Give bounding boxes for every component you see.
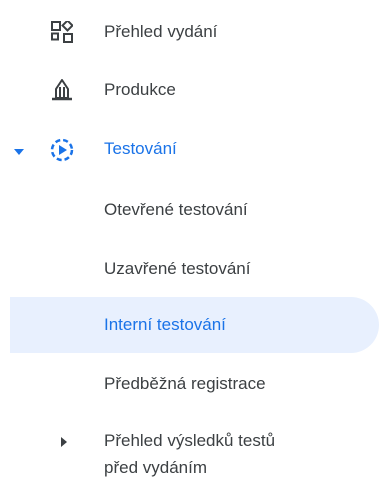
nav-item-testing[interactable]: Testování	[0, 121, 379, 177]
nav-item-label: Předběžná registrace	[104, 374, 266, 393]
nav-item-label-line2: před vydáním	[104, 458, 207, 477]
nav-item-label: Otevřené testování	[104, 200, 248, 219]
testing-icon	[49, 137, 75, 168]
production-icon	[51, 78, 73, 107]
caret-down-icon[interactable]	[13, 144, 25, 162]
release-navigation: Přehled vydání Produkce Testování Otevře…	[0, 0, 379, 482]
nav-item-pre-registration[interactable]: Předběžná registrace	[0, 356, 379, 412]
nav-item-pre-launch-report[interactable]: Přehled výsledků testů před vydáním	[0, 420, 379, 482]
nav-item-label: Interní testování	[104, 315, 226, 334]
nav-item-label: Přehled vydání	[104, 22, 218, 41]
nav-item-label: Uzavřené testování	[104, 259, 251, 278]
dashboard-icon	[51, 19, 74, 48]
nav-item-release-overview[interactable]: Přehled vydání	[0, 4, 379, 60]
caret-right-icon[interactable]	[60, 435, 68, 453]
nav-item-label: Testování	[104, 139, 177, 158]
nav-item-open-testing[interactable]: Otevřené testování	[0, 182, 379, 238]
nav-item-internal-testing[interactable]: Interní testování	[0, 297, 379, 353]
nav-item-production[interactable]: Produkce	[0, 62, 379, 118]
nav-item-closed-testing[interactable]: Uzavřené testování	[0, 241, 379, 297]
nav-item-label-line1: Přehled výsledků testů	[104, 431, 276, 450]
nav-item-label: Produkce	[104, 80, 176, 99]
